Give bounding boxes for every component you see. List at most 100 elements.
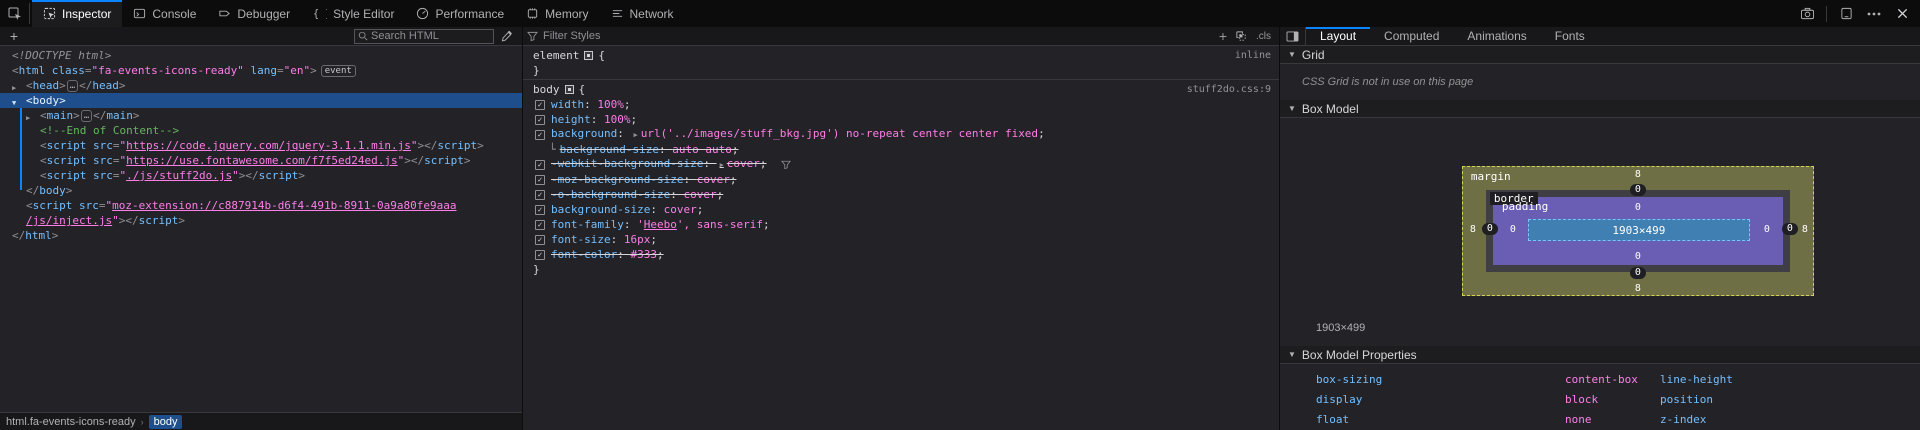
tab-network[interactable]: Network — [600, 0, 685, 27]
tab-console[interactable]: Console — [122, 0, 207, 27]
meatball-menu-button[interactable] — [1862, 2, 1886, 26]
declaration-checkbox[interactable]: ✓ — [535, 235, 545, 245]
markup-row[interactable]: </body> — [0, 183, 522, 198]
tab-performance[interactable]: Performance — [405, 0, 515, 27]
expand-ellipsis-badge[interactable]: … — [67, 80, 78, 92]
markup-token: lang — [250, 63, 277, 78]
markup-row[interactable]: </html> — [0, 228, 522, 243]
border-right-value[interactable]: 0 — [1782, 223, 1798, 235]
expand-ellipsis-badge[interactable]: … — [81, 110, 92, 122]
css-declaration[interactable]: ✓-o-background-size: cover; — [533, 187, 1271, 202]
border-top-value[interactable]: 0 — [1630, 184, 1646, 196]
highlight-selector-icon[interactable] — [565, 85, 574, 94]
declaration-checkbox[interactable]: ✓ — [535, 190, 545, 200]
markup-row[interactable]: ▶<main>…</main> — [0, 108, 522, 123]
css-declaration[interactable]: ✓-moz-background-size: cover; — [533, 172, 1271, 187]
rule-source-link[interactable]: inline — [1235, 48, 1271, 63]
event-badge[interactable]: event — [321, 65, 356, 77]
screenshot-button[interactable] — [1795, 2, 1819, 26]
declaration-checkbox[interactable]: ✓ — [535, 220, 545, 230]
tab-animations[interactable]: Animations — [1453, 27, 1540, 45]
sidebar-toggle-button[interactable] — [1280, 27, 1306, 45]
highlight-selector-icon[interactable] — [584, 51, 593, 60]
grid-section-header[interactable]: ▼ Grid — [1280, 46, 1920, 64]
tab-inspector[interactable]: Inspector — [32, 0, 122, 27]
declaration-checkbox[interactable]: ✓ — [535, 175, 545, 185]
add-rule-button[interactable]: + — [1219, 28, 1227, 44]
rule-source-link[interactable]: stuff2do.css:9 — [1187, 82, 1271, 97]
tab-computed[interactable]: Computed — [1370, 27, 1453, 45]
css-declaration[interactable]: ✓background: ▶url('../images/stuff_bkg.j… — [533, 127, 1271, 142]
eyedropper-button[interactable] — [496, 28, 518, 45]
overridden-filter-icon[interactable] — [781, 160, 791, 169]
css-declaration[interactable]: ✓background-size: cover; — [533, 202, 1271, 217]
markup-token: </ — [79, 78, 92, 93]
close-button[interactable] — [1890, 2, 1914, 26]
markup-panel: + <!DOCTYPE html><html class="fa-events-… — [0, 27, 523, 430]
responsive-design-button[interactable] — [1834, 2, 1858, 26]
breadcrumb-item[interactable]: body — [149, 415, 183, 429]
box-model-content-box[interactable]: 1903×499 — [1528, 219, 1750, 241]
markup-row[interactable]: ▼<body> — [0, 93, 522, 108]
markup-token: html — [19, 63, 46, 78]
markup-row[interactable]: ▶<head>…</head> — [0, 78, 522, 93]
add-node-button[interactable]: + — [4, 28, 24, 45]
markup-row[interactable]: <html class="fa-events-icons-ready" lang… — [0, 63, 522, 78]
tab-memory[interactable]: Memory — [515, 0, 599, 27]
border-bottom-value[interactable]: 0 — [1630, 267, 1646, 279]
css-declaration[interactable]: ✓-webkit-background-size: ▶cover; — [533, 157, 1271, 172]
toggle-classes-button[interactable]: .cls — [1256, 31, 1271, 42]
padding-top-value[interactable]: 0 — [1635, 202, 1641, 213]
markup-row[interactable]: <!DOCTYPE html> — [0, 48, 522, 63]
pseudo-class-icon[interactable] — [1235, 30, 1248, 43]
padding-bottom-value[interactable]: 0 — [1635, 251, 1641, 262]
css-declaration[interactable]: ✓font-family: 'Heebo', sans-serif; — [533, 217, 1271, 232]
border-left-value[interactable]: 0 — [1482, 223, 1498, 235]
box-model-section-header[interactable]: ▼ Box Model — [1280, 100, 1920, 118]
margin-left-value[interactable]: 8 — [1470, 224, 1476, 235]
value-link[interactable]: Heebo — [644, 218, 677, 231]
markup-token: > — [73, 108, 80, 123]
declaration-checkbox[interactable]: ✓ — [535, 160, 545, 170]
markup-row[interactable]: <script src="./js/stuff2do.js"></script> — [0, 168, 522, 183]
tab-layout[interactable]: Layout — [1306, 27, 1370, 45]
declaration-checkbox[interactable]: ✓ — [535, 115, 545, 125]
box-model-properties-header[interactable]: ▼ Box Model Properties — [1280, 346, 1920, 364]
markup-row[interactable]: <script src="https://use.fontawesome.com… — [0, 153, 522, 168]
declaration-checkbox[interactable]: ✓ — [535, 205, 545, 215]
tab-style-editor[interactable]: { } Style Editor — [301, 0, 405, 27]
tab-fonts[interactable]: Fonts — [1541, 27, 1599, 45]
expand-value-icon[interactable]: ▶ — [720, 161, 724, 169]
markup-row[interactable]: <script src="https://code.jquery.com/jqu… — [0, 138, 522, 153]
tab-debugger[interactable]: Debugger — [207, 0, 301, 27]
declaration-checkbox[interactable]: ✓ — [535, 250, 545, 260]
css-declaration[interactable]: └background-size: auto auto; — [533, 142, 1271, 157]
margin-top-value[interactable]: 8 — [1635, 169, 1641, 180]
markup-token: script — [47, 168, 87, 183]
rule-selector[interactable]: body — [533, 82, 560, 97]
search-html-input[interactable] — [371, 30, 490, 42]
padding-right-value[interactable]: 0 — [1764, 224, 1770, 235]
filter-styles-input[interactable] — [543, 30, 1214, 42]
padding-left-value[interactable]: 0 — [1510, 224, 1516, 235]
markup-token: script — [139, 213, 179, 228]
css-declaration[interactable]: ✓font-color: #333; — [533, 247, 1271, 262]
rule-selector[interactable]: element — [533, 48, 579, 63]
css-declaration[interactable]: ✓font-size: 16px; — [533, 232, 1271, 247]
declaration-checkbox[interactable]: ✓ — [535, 100, 545, 110]
markup-row[interactable]: <!--End of Content--> — [0, 123, 522, 138]
markup-token: </ — [26, 183, 39, 198]
css-declaration[interactable]: ✓width: 100%; — [533, 97, 1271, 112]
breadcrumb-item[interactable]: html.fa-events-icons-ready — [6, 416, 136, 428]
declaration-checkbox[interactable]: ✓ — [535, 130, 545, 140]
margin-right-value[interactable]: 8 — [1802, 224, 1808, 235]
markup-row[interactable]: /js/inject.js"></script> — [0, 213, 522, 228]
css-declaration[interactable]: ✓height: 100%; — [533, 112, 1271, 127]
search-icon — [358, 31, 368, 41]
expand-value-icon[interactable]: ▶ — [633, 131, 637, 139]
markup-row[interactable]: <script src="moz-extension://c887914b-d6… — [0, 198, 522, 213]
markup-token: " — [120, 138, 127, 153]
markup-token: body — [33, 93, 60, 108]
pick-element-button[interactable] — [0, 3, 30, 24]
margin-bottom-value[interactable]: 8 — [1635, 283, 1641, 294]
